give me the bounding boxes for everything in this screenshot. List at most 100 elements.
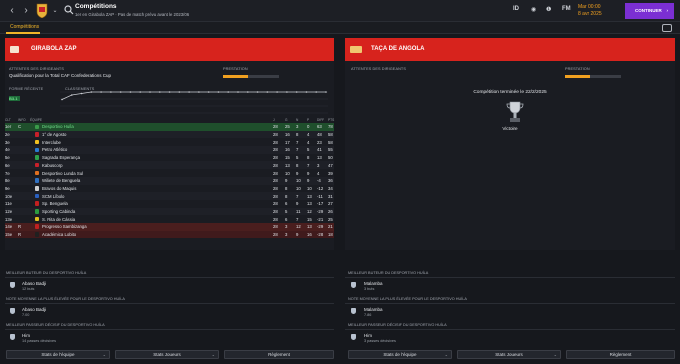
table-row[interactable]: 14e R Progresso Sambizanga 28 3 12 13 -29 21: [5, 222, 334, 231]
player-stats-button[interactable]: Stats Joueurs ⌄: [115, 350, 219, 359]
active-tab-indicator: [6, 32, 40, 34]
team-stats-button[interactable]: Stats de l'équipe ⌄: [348, 350, 452, 359]
cell-p: 4: [307, 132, 310, 138]
cell-n: 12: [296, 224, 301, 230]
info-icon[interactable]: ❶: [546, 6, 551, 13]
cell-j: 28: [273, 201, 278, 207]
cell-n: 8: [296, 132, 299, 138]
divider: [345, 303, 675, 304]
cell-n: 3: [296, 124, 299, 130]
fm-icon[interactable]: FM: [562, 6, 571, 12]
top-scorer-name[interactable]: Abaso Badji: [22, 281, 46, 286]
team-badge-icon: [35, 162, 39, 168]
team-stats-label: Stats de l'équipe: [383, 352, 417, 357]
trophy-icon: [506, 101, 524, 122]
team-stats-button[interactable]: Stats de l'équipe ⌄: [6, 350, 110, 359]
forward-icon[interactable]: ›: [20, 5, 32, 17]
cell-team[interactable]: Sporting Cabinda: [42, 209, 75, 214]
cell-team[interactable]: S. Rita de Cássia: [42, 217, 75, 222]
table-row[interactable]: 6e Kabuscorp 28 13 8 7 3 47: [5, 161, 334, 170]
table-row[interactable]: 12e Sporting Cabinda 28 5 11 12 -29 26: [5, 207, 334, 216]
column-header[interactable]: CLT: [5, 118, 11, 122]
id-icon[interactable]: ID: [513, 6, 519, 12]
cell-team[interactable]: 1° de Agosto: [42, 132, 66, 137]
avg-rating-label: NOTE MOYENNE LA PLUS ÉLEVÉE POUR LE DESP…: [348, 297, 467, 301]
cell-p: 13: [307, 193, 312, 199]
table-row[interactable]: 5e Sagrada Esperança 28 15 5 8 13 50: [5, 154, 334, 162]
chevron-down-icon: ⌄: [553, 352, 557, 357]
cell-team[interactable]: Sp. Benguela: [42, 201, 68, 206]
tab-competitions[interactable]: Compétitions: [10, 24, 39, 30]
cell-team[interactable]: Académica Lobito: [42, 232, 76, 237]
cell-pts: 36: [328, 178, 333, 184]
column-header[interactable]: J: [273, 118, 275, 122]
table-row[interactable]: 11e Sp. Benguela 28 6 9 13 -17 27: [5, 200, 334, 208]
table-row[interactable]: 4e Petro Atlético 28 16 7 5 41 55: [5, 146, 334, 154]
cell-team[interactable]: Desportivo Huíla: [42, 124, 74, 129]
form-label: FORME RÉCENTE: [9, 87, 44, 91]
avg-rating-name[interactable]: Malamba: [364, 307, 383, 312]
search-icon[interactable]: [64, 5, 74, 15]
league-header[interactable]: GIRABOLA ZAP: [5, 38, 334, 61]
table-row[interactable]: 10e SCM Líbolo 28 8 7 13 -11 31: [5, 192, 334, 200]
team-badge-icon: [35, 193, 39, 199]
column-header[interactable]: ÉQUIPE: [30, 118, 42, 122]
cell-pos: 13e: [5, 216, 13, 222]
column-header[interactable]: DIFF: [317, 118, 324, 122]
avg-rating-name[interactable]: Abaso Badji: [22, 307, 46, 312]
rules-label: Règlement: [609, 352, 632, 357]
cell-team[interactable]: Petro Atlético: [42, 147, 67, 152]
cell-pts: 58: [328, 132, 333, 138]
team-badge-icon: [35, 132, 39, 137]
cell-team[interactable]: Kabuscorp: [42, 163, 63, 168]
player-stats-button[interactable]: Stats Joueurs ⌄: [457, 350, 561, 359]
cell-team[interactable]: Interclube: [42, 140, 61, 145]
team-badge-icon: [35, 139, 39, 145]
cell-g: 6: [285, 216, 288, 222]
cell-pos: 10e: [5, 193, 13, 199]
column-header[interactable]: N: [296, 118, 298, 122]
cell-team[interactable]: Desportivo Lunda Sul: [42, 171, 83, 176]
rules-button[interactable]: Règlement: [566, 350, 675, 359]
cell-team[interactable]: Sagrada Esperança: [42, 155, 80, 160]
table-row[interactable]: 2e 1° de Agosto 28 16 8 4 48 58: [5, 130, 334, 139]
divider: [345, 277, 675, 278]
table-row[interactable]: 1er C Desportivo Huíla 28 25 3 0 63 78: [5, 123, 334, 131]
cell-diff: -11: [317, 193, 323, 199]
cell-team[interactable]: SCM Líbolo: [42, 194, 64, 199]
table-row[interactable]: 9e Bravos do Maquis 28 8 10 10 -12 34: [5, 185, 334, 193]
team-badge-icon: [35, 186, 39, 191]
cell-team[interactable]: Wiliete de Benguela: [42, 178, 80, 183]
cell-team[interactable]: Bravos do Maquis: [42, 186, 76, 191]
cell-j: 28: [273, 124, 278, 130]
assists-name[interactable]: Him: [22, 333, 30, 338]
chevron-down-icon[interactable]: ⌄: [49, 5, 61, 17]
cell-j: 28: [273, 208, 278, 214]
rules-button[interactable]: Règlement: [224, 350, 334, 359]
club-crest-icon[interactable]: [36, 3, 48, 18]
cup-header[interactable]: TAÇA DE ANGOLA: [345, 38, 675, 61]
chat-icon[interactable]: [662, 24, 672, 32]
back-icon[interactable]: ‹: [6, 5, 18, 17]
top-scorer-name[interactable]: Malamba: [364, 281, 383, 286]
cell-pos: 7e: [5, 170, 10, 176]
column-header[interactable]: P: [307, 118, 309, 122]
cell-n: 5: [296, 155, 299, 161]
table-row[interactable]: 7e Desportivo Lunda Sul 28 10 9 9 4 39: [5, 169, 334, 177]
assists-label: MEILLEUR PASSEUR DÉCISIF DU DESPORTIVO H…: [6, 323, 105, 327]
continue-button[interactable]: CONTINUER ›: [625, 3, 674, 19]
table-row[interactable]: 8e Wiliete de Benguela 28 9 10 9 -4 36: [5, 176, 334, 185]
cell-n: 10: [296, 178, 301, 184]
assists-name[interactable]: Him: [364, 333, 372, 338]
league-name: GIRABOLA ZAP: [31, 46, 77, 52]
table-row[interactable]: 13e S. Rita de Cássia 28 6 7 15 -21 25: [5, 215, 334, 223]
cell-team[interactable]: Progresso Sambizanga: [42, 224, 87, 229]
table-row[interactable]: 3e Interclube 28 17 7 4 23 58: [5, 138, 334, 146]
globe-icon[interactable]: ◉: [531, 6, 536, 13]
column-header[interactable]: PTS: [328, 118, 334, 122]
column-header[interactable]: G: [285, 118, 287, 122]
divider: [5, 277, 334, 278]
table-row[interactable]: 15e R Académica Lobito 28 3 9 16 -28 18: [5, 230, 334, 239]
column-header[interactable]: INFO: [18, 118, 26, 122]
cell-p: 9: [307, 170, 310, 176]
